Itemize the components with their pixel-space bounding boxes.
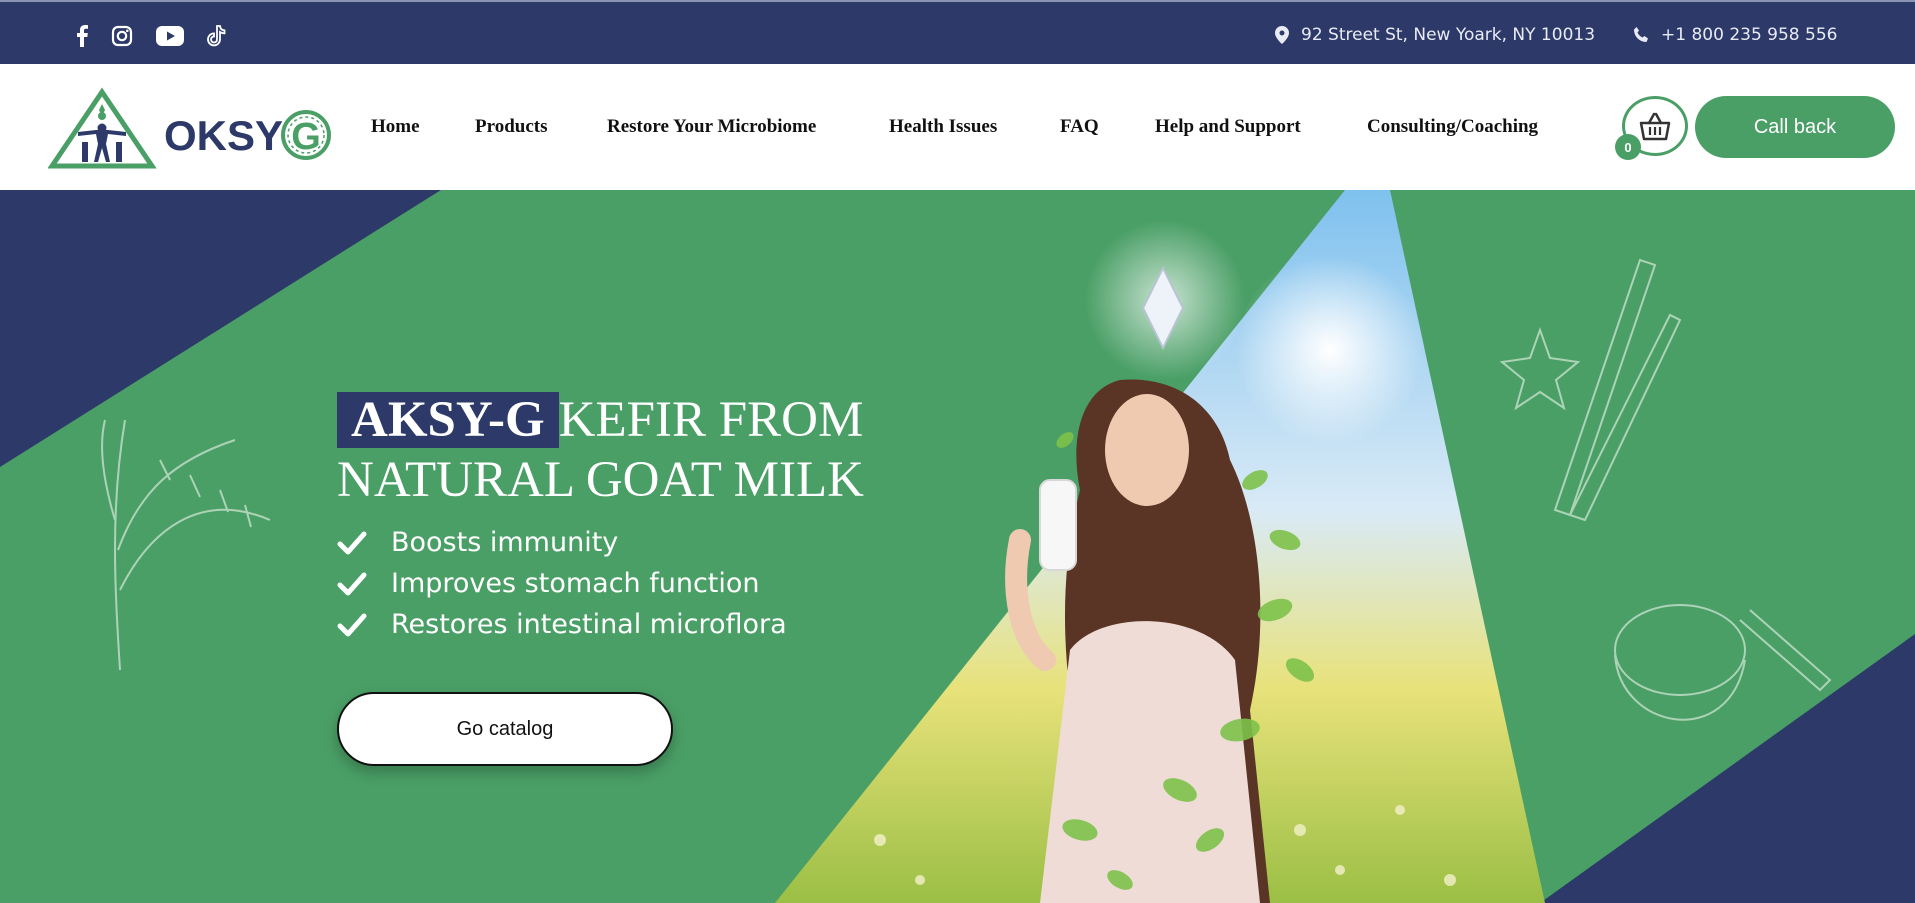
checkmark-icon	[337, 613, 367, 636]
checkmark-icon	[337, 572, 367, 595]
nav-products[interactable]: Products	[475, 116, 547, 138]
tiktok-icon[interactable]	[202, 22, 230, 50]
nav-help-support[interactable]: Help and Support	[1155, 116, 1301, 138]
main-header: OKSY G Home Products Restore Your Microb…	[0, 64, 1915, 190]
benefit-text: Restores intestinal microflora	[391, 609, 787, 640]
nav-home[interactable]: Home	[371, 116, 420, 138]
top-bar: 92 Street St, New Yoark, NY 10013 +1 800…	[0, 0, 1915, 64]
hero-background	[0, 190, 1915, 903]
benefit-item: Restores intestinal microflora	[337, 604, 787, 645]
benefit-item: Improves stomach function	[337, 563, 787, 604]
address-text: 92 Street St, New Yoark, NY 10013	[1301, 25, 1596, 45]
address: 92 Street St, New Yoark, NY 10013	[1275, 22, 1595, 48]
go-catalog-button[interactable]: Go catalog	[337, 692, 673, 766]
phone-text[interactable]: +1 800 235 958 556	[1661, 25, 1837, 45]
logo-letter: G	[291, 116, 321, 158]
basket-icon	[1639, 112, 1671, 141]
nav-faq[interactable]: FAQ	[1060, 116, 1099, 138]
benefit-item: Boosts immunity	[337, 522, 787, 563]
hero-title-rest: KEFIR FROM	[558, 392, 864, 448]
hero-title: AKSY-G KEFIR FROM NATURAL GOAT MILK	[337, 390, 937, 510]
youtube-icon[interactable]	[154, 22, 186, 50]
nav-restore-microbiome[interactable]: Restore Your Microbiome	[607, 116, 816, 138]
map-pin-icon	[1275, 26, 1289, 44]
benefit-list: Boosts immunity Improves stomach functio…	[337, 522, 787, 645]
nav-health-issues[interactable]: Health Issues	[889, 116, 997, 138]
call-back-button[interactable]: Call back	[1695, 96, 1895, 158]
logo-wordmark: OKSY	[164, 112, 283, 159]
site-logo[interactable]: OKSY G	[47, 86, 333, 170]
nav-consulting[interactable]: Consulting/Coaching	[1367, 116, 1538, 138]
hero-brand-highlight: AKSY-G	[337, 392, 559, 448]
instagram-icon[interactable]	[108, 22, 136, 50]
benefit-text: Improves stomach function	[391, 568, 760, 599]
checkmark-icon	[337, 531, 367, 554]
phone[interactable]: +1 800 235 958 556	[1633, 22, 1837, 48]
hero-title-line2: NATURAL GOAT MILK	[337, 452, 864, 508]
benefit-text: Boosts immunity	[391, 527, 619, 558]
phone-icon	[1634, 27, 1648, 42]
facebook-icon[interactable]	[68, 22, 96, 50]
cart-count-badge: 0	[1615, 134, 1641, 160]
hero-banner: AKSY-G KEFIR FROM NATURAL GOAT MILK Boost…	[0, 190, 1915, 903]
